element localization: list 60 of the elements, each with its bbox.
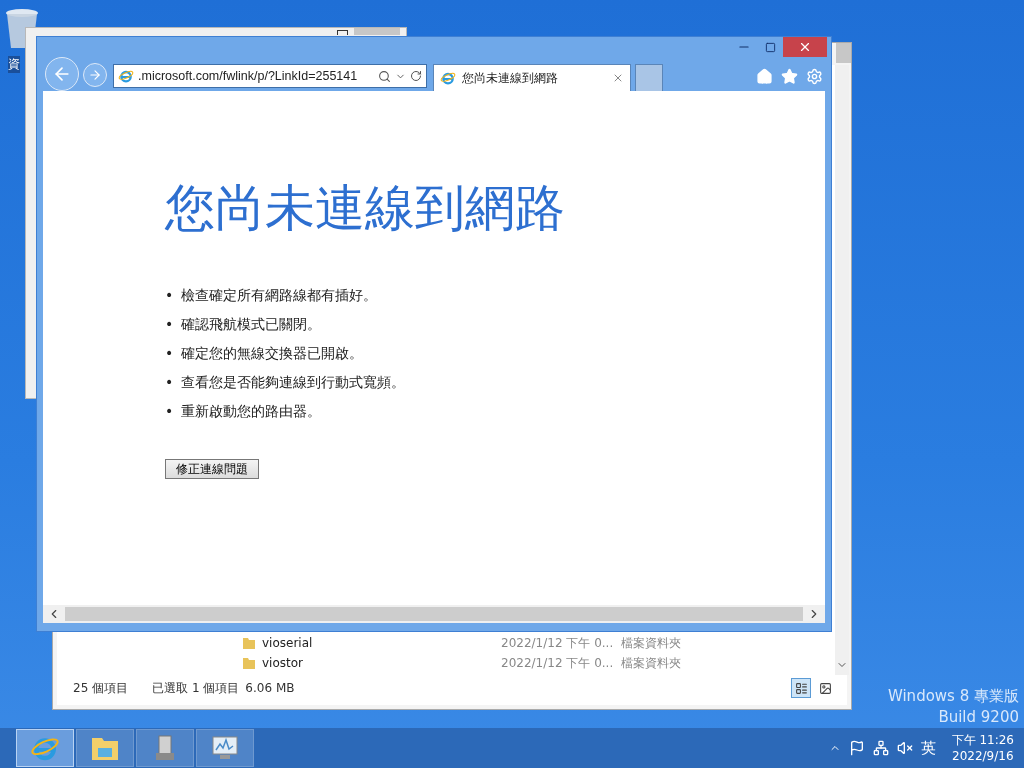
selection-info: 已選取 1 個項目 bbox=[152, 679, 240, 697]
page-heading: 您尚未連線到網路 bbox=[165, 178, 566, 239]
flag-icon[interactable] bbox=[848, 740, 865, 756]
page-icon bbox=[440, 70, 456, 86]
folder-icon bbox=[242, 656, 256, 670]
clock[interactable]: 下午 11:26 2022/9/16 bbox=[951, 732, 1014, 764]
desktop-icon-label[interactable]: 資 bbox=[8, 56, 20, 73]
file-name[interactable]: viostor bbox=[242, 656, 501, 670]
maximize-button[interactable] bbox=[337, 30, 348, 35]
back-button[interactable] bbox=[45, 57, 79, 91]
tip-text: 確認飛航模式已關閉。 bbox=[181, 315, 322, 334]
fix-connection-button[interactable]: 修正連線問題 bbox=[165, 459, 259, 479]
horizontal-scrollbar[interactable] bbox=[43, 605, 825, 623]
selection-size: 6.06 MB bbox=[245, 681, 295, 695]
refresh-icon[interactable] bbox=[410, 70, 422, 82]
maximize-icon bbox=[764, 41, 776, 53]
thumbnails-view-icon bbox=[818, 681, 832, 695]
settings-icon[interactable] bbox=[806, 67, 823, 85]
taskbar-button[interactable] bbox=[16, 729, 74, 767]
bullet-marker: • bbox=[165, 373, 174, 392]
network-icon[interactable] bbox=[872, 740, 889, 756]
file-date: 2022/1/12 下午 0... bbox=[501, 634, 615, 652]
file-name[interactable]: vioserial bbox=[242, 636, 501, 650]
details-view-icon bbox=[794, 681, 808, 695]
address-bar[interactable]: .microsoft.com/fwlink/p/?LinkId=255141 bbox=[113, 64, 427, 88]
monitor-icon bbox=[210, 734, 240, 762]
item-count: 25 個項目 bbox=[73, 679, 129, 697]
view-button[interactable] bbox=[791, 678, 811, 698]
bullet-marker: • bbox=[165, 402, 174, 421]
taskbar-button[interactable] bbox=[136, 729, 194, 767]
forward-button[interactable] bbox=[83, 63, 107, 87]
tip-text: 確定您的無線交換器已開啟。 bbox=[181, 344, 364, 363]
home-icon[interactable] bbox=[756, 67, 773, 85]
bullet-marker: • bbox=[165, 344, 174, 363]
new-tab-button[interactable] bbox=[635, 64, 663, 91]
close-button[interactable] bbox=[783, 37, 827, 57]
windows-edition-text: Windows 8 專業版 bbox=[887, 687, 1019, 706]
volume-muted-icon[interactable] bbox=[896, 740, 913, 756]
bullet-marker: • bbox=[165, 286, 174, 305]
folder-icon bbox=[242, 636, 256, 650]
scrollbar-thumb[interactable] bbox=[65, 607, 803, 621]
taskbar-button[interactable] bbox=[196, 729, 254, 767]
page-icon bbox=[118, 68, 134, 84]
bullet-marker: • bbox=[165, 315, 174, 334]
close-tab-icon[interactable] bbox=[612, 72, 624, 84]
taskbar-button[interactable] bbox=[76, 729, 134, 767]
browser-tab[interactable]: 您尚未連線到網路 bbox=[433, 64, 631, 91]
tip-text: 檢查確定所有網路線都有插好。 bbox=[181, 286, 378, 305]
forward-arrow-icon bbox=[88, 68, 102, 82]
search-icon[interactable] bbox=[378, 69, 391, 83]
tip-text: 重新啟動您的路由器。 bbox=[181, 402, 322, 421]
input-method-indicator[interactable]: 英 bbox=[920, 738, 936, 758]
file-type: 檔案資料夾 bbox=[621, 654, 682, 672]
file-type: 檔案資料夾 bbox=[621, 634, 682, 652]
close-icon bbox=[798, 40, 812, 54]
file-date: 2022/1/12 下午 0... bbox=[501, 654, 615, 672]
tip-text: 查看您是否能夠連線到行動式寬頻。 bbox=[181, 373, 406, 392]
address-text: .microsoft.com/fwlink/p/?LinkId=255141 bbox=[138, 69, 359, 83]
favorites-icon[interactable] bbox=[781, 67, 798, 85]
windows-edition-text: Build 9200 bbox=[938, 708, 1019, 726]
